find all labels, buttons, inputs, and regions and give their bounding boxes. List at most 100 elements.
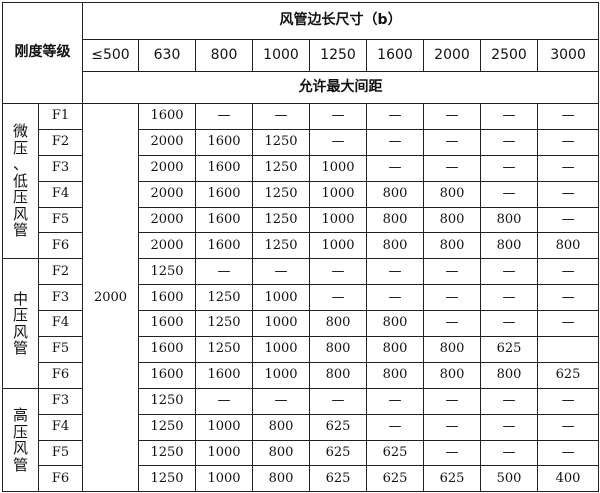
spacing-cell: 1600 — [138, 361, 196, 389]
header-stiffness: 刚度等级 — [2, 2, 83, 104]
dimension-header: ≤500 — [82, 39, 139, 72]
spacing-cell: — — [309, 103, 367, 130]
spacing-cell: 625 — [480, 336, 538, 363]
spacing-cell: 1000 — [309, 206, 367, 234]
spacing-cell: 800 — [252, 439, 310, 467]
spacing-cell: — — [480, 128, 538, 156]
spacing-cell: 800 — [423, 336, 481, 363]
stiffness-level: F5 — [38, 336, 83, 363]
stiffness-level: F1 — [38, 103, 83, 130]
stiffness-level: F5 — [38, 206, 83, 234]
spacing-cell: 1000 — [195, 413, 253, 441]
spacing-cell: 1250 — [138, 258, 196, 286]
spacing-cell: 1600 — [195, 361, 253, 389]
stiffness-level: F6 — [38, 465, 83, 493]
spacing-cell: 1250 — [252, 232, 310, 260]
pressure-group-char: 压 — [12, 188, 28, 207]
spacing-cell: — — [423, 387, 481, 415]
spacing-cell: 1250 — [138, 413, 196, 441]
spacing-cell: 800 — [366, 180, 424, 208]
spacing-cell: — — [480, 413, 538, 441]
spacing-cell: 800 — [252, 413, 310, 441]
spacing-cell: — — [366, 154, 424, 182]
spacing-cell: — — [366, 128, 424, 156]
spacing-cell: — — [536, 128, 600, 156]
spacing-cell: — — [309, 258, 367, 286]
spacing-cell: 1000 — [252, 361, 310, 389]
spacing-cell: — — [536, 154, 600, 182]
pressure-group-char: 高 — [12, 406, 28, 425]
spacing-cell: — — [423, 413, 481, 441]
dimension-header: 800 — [195, 39, 253, 72]
spacing-cell: 800 — [366, 232, 424, 260]
pressure-group-char: 风 — [12, 322, 28, 341]
header-spacing: 允许最大间距 — [81, 71, 600, 104]
spacing-cell: 1600 — [195, 180, 253, 208]
spacing-cell: — — [423, 103, 481, 130]
spacing-cell: — — [195, 103, 253, 130]
spacing-cell: 1250 — [252, 128, 310, 156]
pressure-group-char: 、 — [12, 155, 28, 174]
dimension-header: 1250 — [309, 39, 367, 72]
stiffness-level: F6 — [38, 361, 83, 389]
spacing-cell: — — [480, 387, 538, 415]
stiffness-level: F2 — [38, 128, 83, 156]
spacing-cell: — — [536, 310, 600, 338]
spacing-cell: 1000 — [195, 439, 253, 467]
pressure-group-char: 低 — [12, 171, 28, 190]
spacing-cell: 800 — [309, 336, 367, 363]
dimension-header: 1600 — [366, 39, 424, 72]
spacing-cell: 800 — [366, 310, 424, 338]
spacing-cell: — — [252, 387, 310, 415]
spacing-cell: 800 — [309, 361, 367, 389]
spacing-cell: — — [536, 258, 600, 286]
spacing-cell: 500 — [480, 465, 538, 493]
spacing-cell: 2000 — [138, 206, 196, 234]
header-dimension: 风管边长尺寸（b） — [81, 2, 600, 40]
spacing-cell: — — [480, 258, 538, 286]
dimension-header: 630 — [138, 39, 196, 72]
stiffness-level: F4 — [38, 413, 83, 441]
spacing-cell: 1000 — [309, 232, 367, 260]
pressure-group-label: 微压、低压风管 — [2, 102, 39, 260]
stiffness-level: F3 — [38, 284, 83, 312]
pressure-group-label: 中压风管 — [2, 258, 39, 389]
spacing-cell: — — [195, 258, 253, 286]
spacing-cell: — — [309, 128, 367, 156]
spacing-cell: 1600 — [138, 310, 196, 338]
spacing-cell: 800 — [480, 206, 538, 234]
stiffness-level: F4 — [38, 310, 83, 338]
spacing-cell: 625 — [309, 465, 367, 493]
spacing-cell: — — [480, 284, 538, 312]
spacing-cell: 1250 — [195, 310, 253, 338]
spacing-cell: 800 — [480, 361, 538, 389]
spacing-cell: 1250 — [252, 154, 310, 182]
dimension-header: 3000 — [536, 39, 600, 72]
dimension-row: ≤500 630 800 1000 1250 1600 2000 2500 3000 — [3, 39, 600, 72]
pressure-group-char: 压 — [12, 422, 28, 441]
pressure-group-char: 风 — [12, 204, 28, 223]
page: 刚度等级 风管边长尺寸（b） ≤500 630 800 1000 1250 1600 200… — [0, 0, 600, 493]
pressure-group-char: 管 — [12, 455, 28, 474]
pressure-group-char: 管 — [12, 339, 28, 358]
spacing-cell: 800 — [423, 232, 481, 260]
spacing-cell: — — [536, 206, 600, 234]
spacing-cell: 1600 — [138, 336, 196, 363]
spacing-cell: — — [536, 439, 600, 467]
spacing-cell: 1250 — [252, 180, 310, 208]
stiffness-level: F3 — [38, 154, 83, 182]
stiffness-level: F5 — [38, 439, 83, 467]
spacing-cell: — — [480, 310, 538, 338]
pressure-group-char: 压 — [12, 138, 28, 157]
spacing-cell: — — [252, 258, 310, 286]
spacing-cell: 2000 — [138, 154, 196, 182]
spacing-cell: 800 — [536, 232, 600, 260]
spacing-cell: — — [536, 413, 600, 441]
spacing-cell: — — [423, 284, 481, 312]
pressure-group-char: 中 — [12, 289, 28, 308]
spacing-cell: 800 — [366, 206, 424, 234]
spacing-cell: 1250 — [252, 206, 310, 234]
spacing-cell: 625 — [366, 465, 424, 493]
spacing-cell: — — [423, 310, 481, 338]
spacing-cell — [536, 336, 600, 363]
